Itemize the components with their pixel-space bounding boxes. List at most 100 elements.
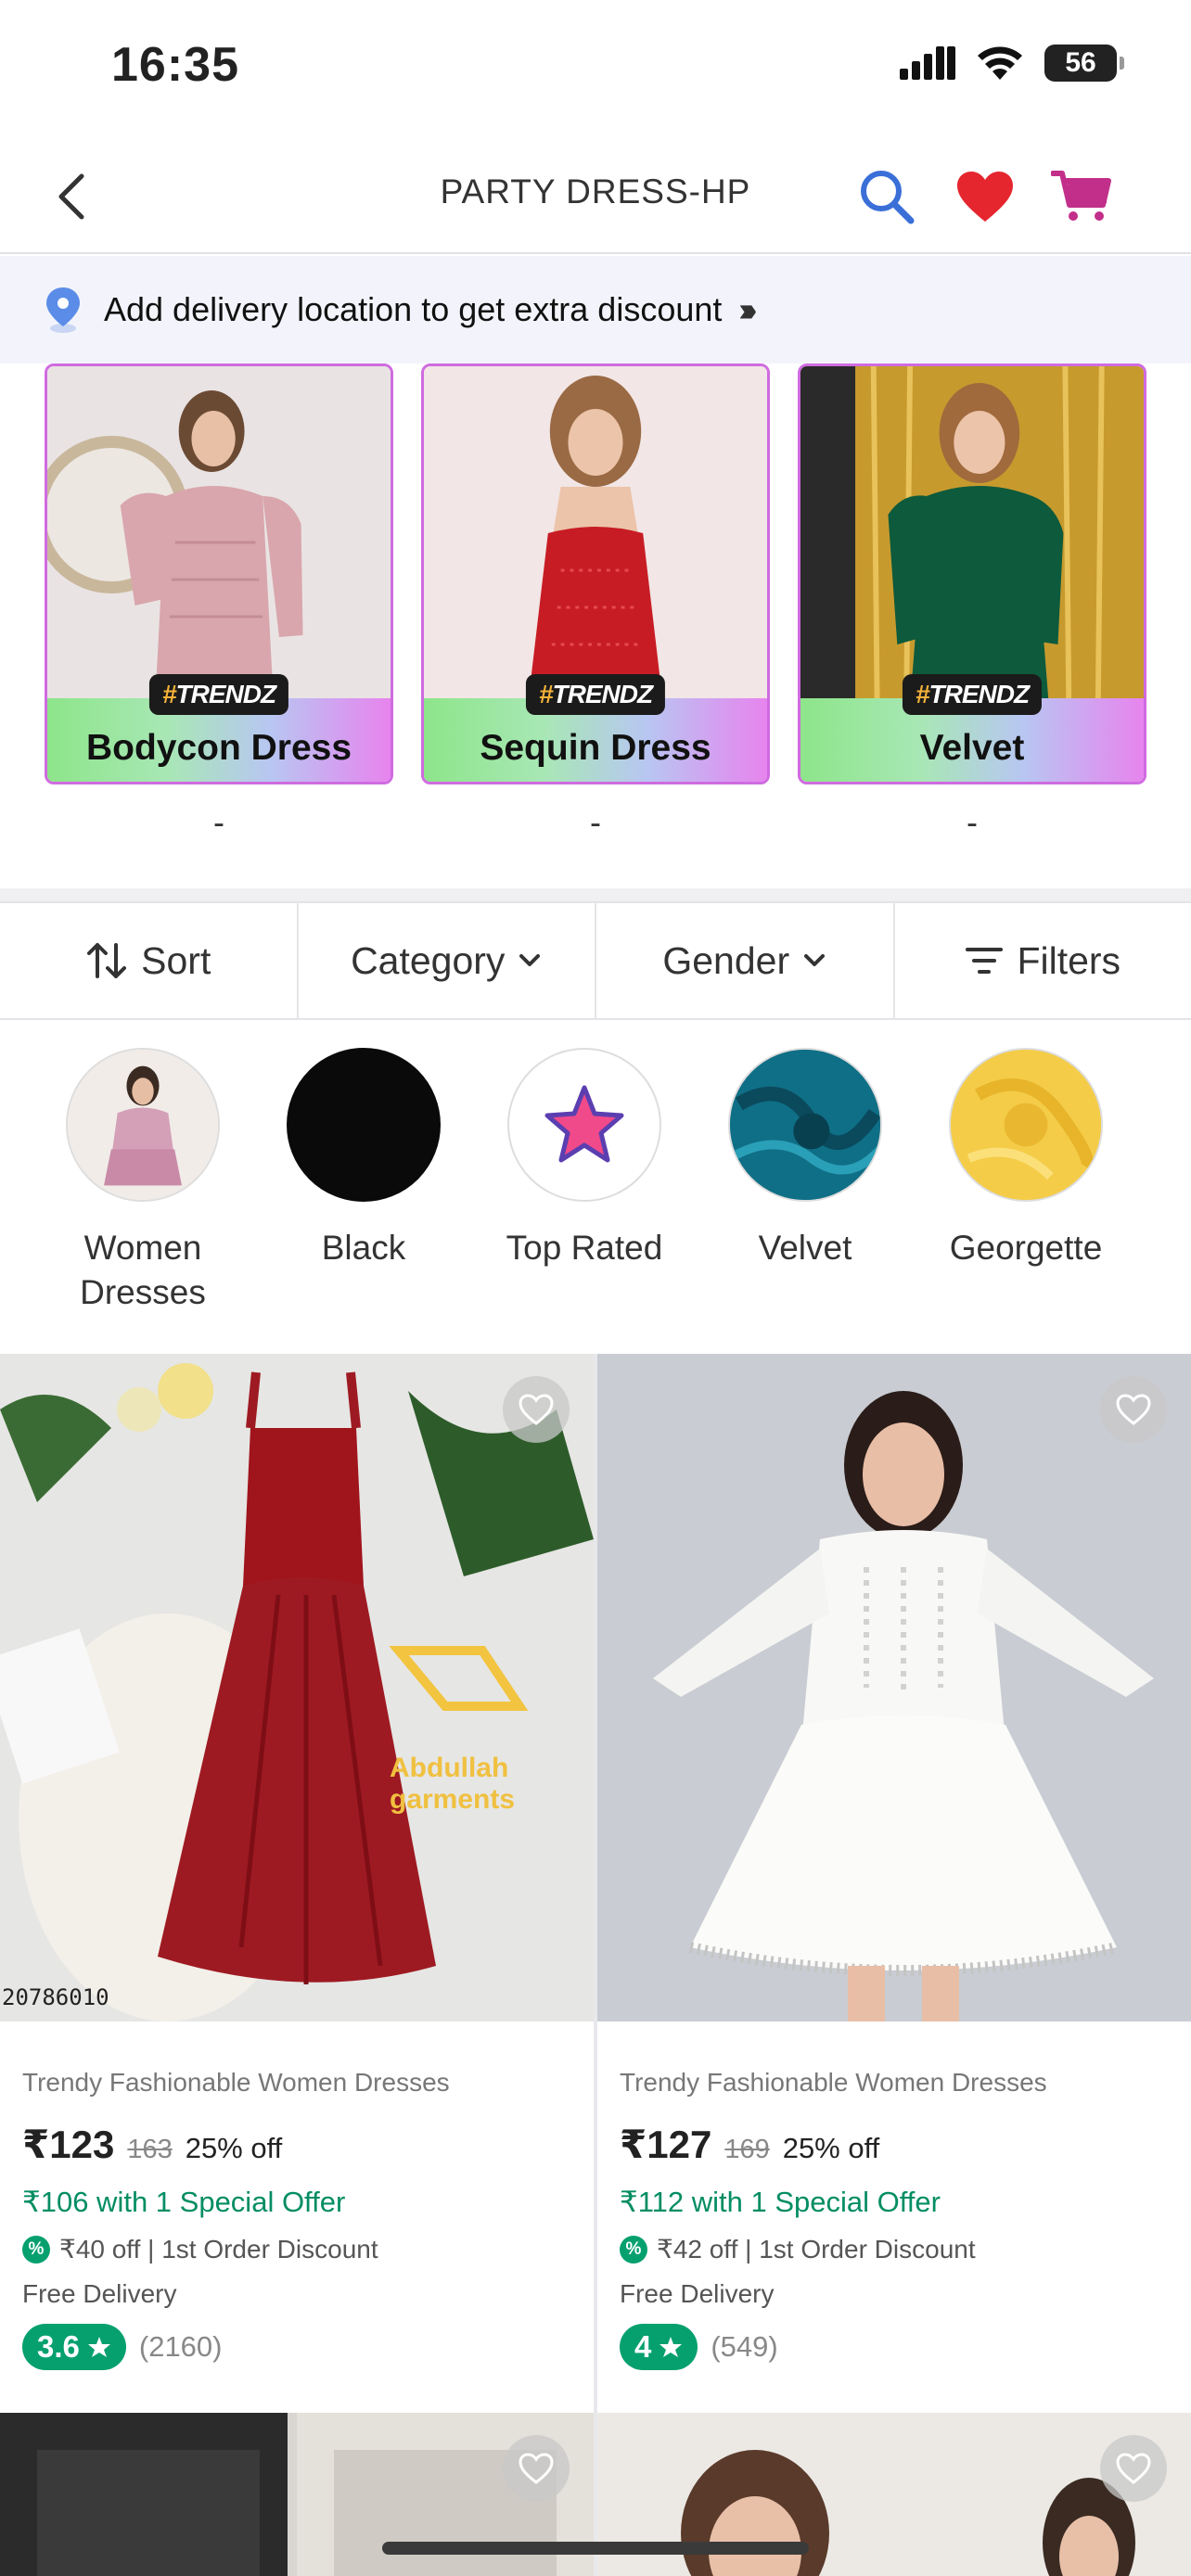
image-watermark: Abdullah garments bbox=[390, 1753, 516, 1815]
heart-outline-icon bbox=[519, 2453, 554, 2484]
first-order-discount: ₹42 off | 1st Order Discount bbox=[657, 2235, 976, 2264]
category-label: Category bbox=[351, 938, 506, 982]
section-divider bbox=[0, 888, 1191, 901]
status-icons: 56 bbox=[900, 45, 1124, 82]
wishlist-button[interactable] bbox=[950, 161, 1020, 232]
wifi-icon bbox=[978, 46, 1022, 80]
star-icon bbox=[87, 2337, 110, 2357]
chip-image bbox=[287, 1048, 441, 1202]
delivery-location-banner[interactable]: Add delivery location to get extra disco… bbox=[0, 256, 1191, 363]
chip-top-rated[interactable]: Top Rated bbox=[475, 1020, 694, 1354]
trend-card-box: #TRENDZ Sequin Dress bbox=[421, 363, 770, 784]
star-icon bbox=[544, 1085, 624, 1163]
product-card[interactable]: Trendy Fashionable Women Dresses ₹127 16… bbox=[597, 1354, 1191, 2413]
trend-card-box: #TRENDZ Velvet bbox=[798, 363, 1146, 784]
search-button[interactable] bbox=[852, 161, 922, 232]
quick-filter-chips: Women Dresses Black Top Rated Velvet Geo… bbox=[0, 1020, 1191, 1354]
gender-dropdown[interactable]: Gender bbox=[596, 903, 895, 1018]
status-time: 16:35 bbox=[111, 38, 239, 92]
product-price: ₹123 bbox=[22, 2123, 115, 2166]
delivery-text: Add delivery location to get extra disco… bbox=[104, 290, 723, 328]
trend-name: Sequin Dress bbox=[480, 728, 711, 768]
trend-subtext: - bbox=[590, 803, 601, 841]
filters-button[interactable]: Filters bbox=[895, 903, 1191, 1018]
velvet-dress-image bbox=[800, 366, 1144, 704]
wishlist-button[interactable] bbox=[1100, 2435, 1167, 2502]
first-order-discount: ₹40 off | 1st Order Discount bbox=[59, 2235, 378, 2264]
wishlist-button[interactable] bbox=[503, 1376, 570, 1443]
wishlist-button[interactable] bbox=[1100, 1376, 1167, 1443]
chip-black[interactable]: Black bbox=[254, 1020, 473, 1354]
filters-label: Filters bbox=[1017, 938, 1121, 982]
signal-icon bbox=[900, 46, 955, 80]
product-grid: Abdullah garments 20786010 Trendy Fashio… bbox=[0, 1354, 1191, 2576]
product-discount-percent: 25% off bbox=[782, 2132, 880, 2164]
trend-subtext: - bbox=[967, 803, 978, 841]
battery-icon: 56 bbox=[1044, 45, 1124, 82]
location-pin-icon bbox=[46, 287, 80, 333]
heart-icon bbox=[957, 172, 1013, 222]
chevron-left-icon bbox=[58, 173, 84, 220]
rating-badge: 4 bbox=[620, 2324, 698, 2370]
product-mrp: 169 bbox=[724, 2135, 770, 2164]
star-icon bbox=[660, 2337, 683, 2357]
chevron-down-icon bbox=[519, 954, 541, 966]
gender-label: Gender bbox=[662, 938, 790, 982]
trend-card-velvet[interactable]: #TRENDZ Velvet - bbox=[798, 363, 1146, 855]
trend-card-box: #TRENDZ Bodycon Dress bbox=[45, 363, 393, 784]
wishlist-button[interactable] bbox=[503, 2435, 570, 2502]
product-mrp: 163 bbox=[127, 2135, 173, 2164]
trend-carousel: #TRENDZ Bodycon Dress - #TRENDZ Sequin D… bbox=[45, 363, 1146, 855]
product-price: ₹127 bbox=[620, 2123, 712, 2166]
back-button[interactable] bbox=[37, 161, 108, 232]
image-code-text: 20786010 bbox=[2, 1984, 109, 2010]
chip-label: Black bbox=[321, 1229, 406, 1267]
chip-label: Top Rated bbox=[506, 1229, 663, 1267]
trend-subtext: - bbox=[213, 803, 224, 841]
chip-image bbox=[66, 1048, 220, 1202]
trendz-badge: #TRENDZ bbox=[902, 674, 1043, 715]
chip-label: Georgette bbox=[949, 1229, 1103, 1267]
chip-image bbox=[949, 1048, 1103, 1202]
chevron-double-right-icon: ››› bbox=[738, 290, 757, 328]
trend-card-bodycon[interactable]: #TRENDZ Bodycon Dress - bbox=[45, 363, 393, 855]
page-title: PARTY DRESS-HP bbox=[440, 172, 751, 210]
app-header: PARTY DRESS-HP bbox=[0, 139, 1191, 254]
rating-badge: 3.6 bbox=[22, 2324, 126, 2370]
chip-women-dresses[interactable]: Women Dresses bbox=[33, 1020, 252, 1354]
product-image: Abdullah garments 20786010 bbox=[0, 1354, 594, 2021]
product-name: Trendy Fashionable Women Dresses bbox=[22, 2068, 450, 2097]
rating-count: (2160) bbox=[138, 2330, 223, 2363]
product-discount-percent: 25% off bbox=[185, 2132, 283, 2164]
heart-outline-icon bbox=[519, 1394, 554, 1425]
rating-count: (549) bbox=[711, 2330, 778, 2363]
heart-outline-icon bbox=[1116, 2453, 1151, 2484]
product-image bbox=[597, 1354, 1191, 2021]
chip-georgette[interactable]: Georgette bbox=[916, 1020, 1135, 1354]
trend-name: Velvet bbox=[919, 728, 1025, 768]
heart-outline-icon bbox=[1116, 1394, 1151, 1425]
trend-name: Bodycon Dress bbox=[85, 728, 352, 768]
chevron-down-icon bbox=[804, 954, 826, 966]
status-bar: 16:35 56 bbox=[0, 0, 1191, 139]
chip-image bbox=[728, 1048, 882, 1202]
free-delivery-text: Free Delivery bbox=[620, 2279, 775, 2308]
chip-label: Women Dresses bbox=[80, 1229, 206, 1311]
trend-card-sequin[interactable]: #TRENDZ Sequin Dress - bbox=[421, 363, 770, 855]
sort-filter-bar: Sort Category Gender Filters bbox=[0, 901, 1191, 1020]
sort-label: Sort bbox=[141, 938, 211, 982]
search-icon bbox=[861, 171, 915, 224]
discount-icon: % bbox=[620, 2235, 647, 2264]
chip-velvet[interactable]: Velvet bbox=[696, 1020, 915, 1354]
chip-label: Velvet bbox=[758, 1229, 852, 1267]
cart-button[interactable] bbox=[1046, 161, 1117, 232]
bodycon-dress-image bbox=[47, 366, 391, 704]
home-indicator[interactable] bbox=[382, 2542, 809, 2555]
category-dropdown[interactable]: Category bbox=[299, 903, 596, 1018]
product-card[interactable]: Abdullah garments 20786010 Trendy Fashio… bbox=[0, 1354, 594, 2413]
chip-image bbox=[507, 1048, 661, 1202]
free-delivery-text: Free Delivery bbox=[22, 2279, 177, 2308]
trendz-badge: #TRENDZ bbox=[148, 674, 289, 715]
filter-icon bbox=[966, 948, 1004, 974]
sort-button[interactable]: Sort bbox=[0, 903, 299, 1018]
